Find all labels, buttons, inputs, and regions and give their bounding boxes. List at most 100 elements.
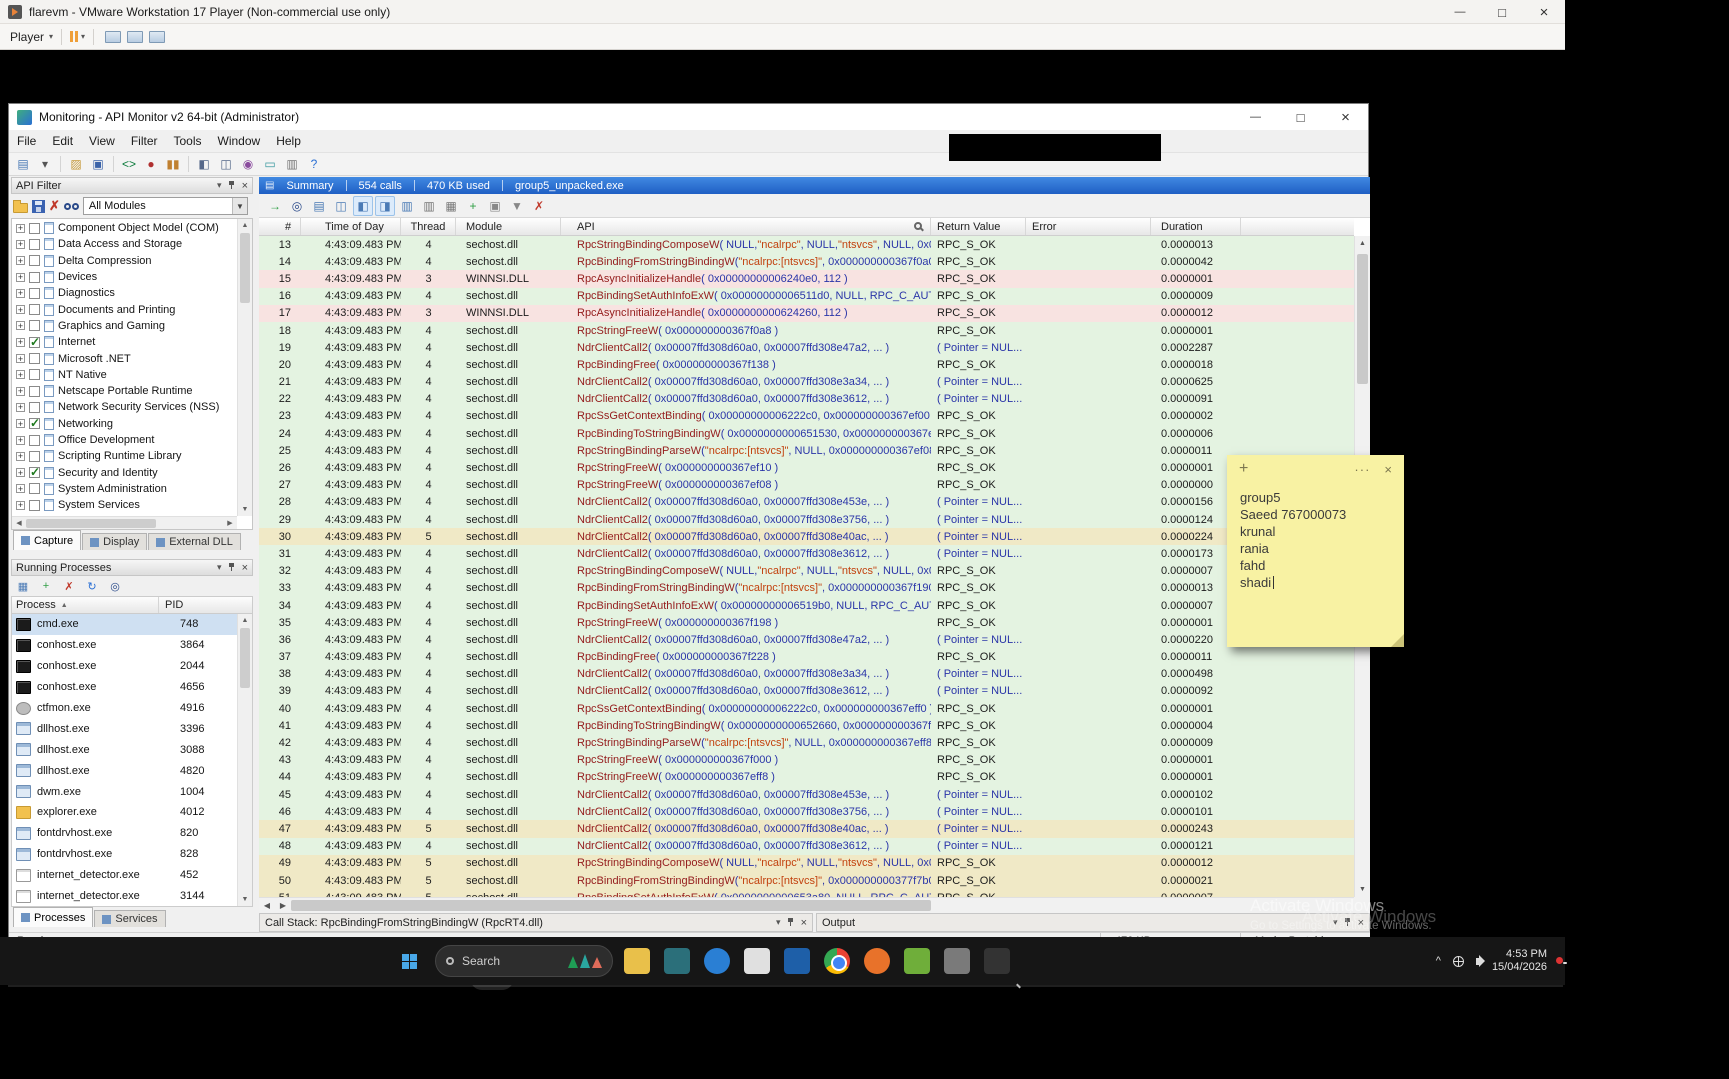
filter-category[interactable]: +System Services — [12, 497, 237, 513]
notepadpp-icon[interactable] — [904, 948, 930, 974]
api-call-row[interactable]: 394:43:09.483 PM4sechost.dllNdrClientCal… — [259, 683, 1354, 700]
outlook-icon[interactable] — [784, 948, 810, 974]
start-button[interactable] — [402, 954, 417, 969]
expand-icon[interactable]: + — [16, 501, 25, 510]
close-button[interactable] — [1523, 0, 1565, 24]
expand-icon[interactable]: + — [16, 484, 25, 493]
filter-category[interactable]: +Data Access and Storage — [12, 236, 237, 252]
category-checkbox[interactable] — [29, 304, 40, 315]
network-globe-icon[interactable] — [1453, 956, 1464, 967]
api-call-row[interactable]: 464:43:09.483 PM4sechost.dllNdrClientCal… — [259, 803, 1354, 820]
filter-category[interactable]: +Netscape Portable Runtime — [12, 383, 237, 399]
panes-single-icon[interactable]: ◫ — [331, 196, 351, 216]
office-icon[interactable] — [744, 948, 770, 974]
filter-category[interactable]: +System Administration — [12, 481, 237, 497]
category-checkbox[interactable] — [29, 239, 40, 250]
file-explorer-icon[interactable] — [624, 948, 650, 974]
close-icon[interactable]: × — [242, 180, 248, 192]
api-call-row[interactable]: 194:43:09.483 PM4sechost.dllNdrClientCal… — [259, 339, 1354, 356]
save-icon[interactable]: ▣ — [88, 154, 108, 174]
store-icon[interactable] — [664, 948, 690, 974]
filter-category[interactable]: +Delta Compression — [12, 253, 237, 269]
copy-icon[interactable]: ▣ — [485, 196, 505, 216]
column-header-thread[interactable]: Thread — [401, 218, 456, 235]
player-menu[interactable]: Player ▾ — [10, 30, 53, 44]
edge-icon[interactable] — [704, 948, 730, 974]
column-header-duration[interactable]: Duration — [1151, 218, 1241, 235]
filter-category[interactable]: +Devices — [12, 269, 237, 285]
process-row[interactable]: cmd.exe748 — [12, 614, 237, 635]
api-call-row[interactable]: 384:43:09.483 PM4sechost.dllNdrClientCal… — [259, 666, 1354, 683]
chevron-down-icon[interactable]: ▾ — [1333, 917, 1338, 928]
category-checkbox[interactable] — [29, 320, 40, 331]
expand-icon[interactable]: + — [16, 273, 25, 282]
tray-overflow-icon[interactable] — [1436, 955, 1441, 967]
expand-icon[interactable]: + — [16, 452, 25, 461]
process-row[interactable]: dllhost.exe3396 — [12, 718, 237, 739]
api-call-row[interactable]: 484:43:09.483 PM4sechost.dllNdrClientCal… — [259, 838, 1354, 855]
maximize-button[interactable] — [1481, 0, 1523, 24]
api-call-row[interactable]: 364:43:09.483 PM4sechost.dllNdrClientCal… — [259, 631, 1354, 648]
save-filter-icon[interactable] — [32, 200, 45, 213]
category-checkbox[interactable] — [29, 386, 40, 397]
bottom-tab-processes[interactable]: Processes — [13, 907, 93, 927]
modules-dropdown[interactable]: All Modules ▼ — [83, 197, 248, 215]
api-call-row[interactable]: 514:43:09.483 PM5sechost.dllRpcBindingSe… — [259, 889, 1354, 897]
com-monitor-icon[interactable]: ◉ — [238, 154, 258, 174]
api-call-row[interactable]: 474:43:09.483 PM5sechost.dllNdrClientCal… — [259, 820, 1354, 837]
filter-category[interactable]: +Component Object Model (COM) — [12, 220, 237, 236]
expand-icon[interactable]: + — [16, 387, 25, 396]
menu-window[interactable]: Window — [210, 130, 269, 152]
resume-icon[interactable]: → — [265, 196, 285, 216]
api-call-row[interactable]: 174:43:09.483 PM3WINNSI.DLLRpcAsyncIniti… — [259, 305, 1354, 322]
api-call-row[interactable]: 324:43:09.483 PM4sechost.dllRpcStringBin… — [259, 563, 1354, 580]
api-call-row[interactable]: 274:43:09.483 PM4sechost.dllRpcStringFre… — [259, 477, 1354, 494]
process-row[interactable]: conhost.exe3864 — [12, 635, 237, 656]
expand-icon[interactable]: + — [16, 256, 25, 265]
category-checkbox[interactable] — [29, 255, 40, 266]
api-call-row[interactable]: 254:43:09.483 PM4sechost.dllRpcStringBin… — [259, 442, 1354, 459]
process-row[interactable]: dllhost.exe4820 — [12, 760, 237, 781]
api-call-row[interactable]: 134:43:09.483 PM4sechost.dllRpcStringBin… — [259, 236, 1354, 253]
api-call-row[interactable]: 444:43:09.483 PM4sechost.dllRpcStringFre… — [259, 769, 1354, 786]
bottom-tab-services[interactable]: Services — [94, 910, 165, 927]
api-call-row[interactable]: 234:43:09.483 PM4sechost.dllRpcSsGetCont… — [259, 408, 1354, 425]
column-header-return[interactable]: Return Value — [931, 218, 1026, 235]
api-call-row[interactable]: 154:43:09.483 PM3WINNSI.DLLRpcAsyncIniti… — [259, 270, 1354, 287]
category-checkbox[interactable] — [29, 500, 40, 511]
expand-icon[interactable]: + — [16, 354, 25, 363]
view-grid-icon[interactable]: ▤ — [309, 196, 329, 216]
process-row[interactable]: fontdrvhost.exe828 — [12, 844, 237, 865]
column-header-module[interactable]: Module — [456, 218, 561, 235]
filter-tab-display[interactable]: Display — [82, 533, 147, 550]
process-row[interactable]: internet_detector.exe452 — [12, 865, 237, 886]
filter-tab-capture[interactable]: Capture — [13, 530, 81, 550]
column-header-error[interactable]: Error — [1026, 218, 1151, 235]
columns-icon[interactable]: ▥ — [419, 196, 439, 216]
open-filter-icon[interactable] — [13, 203, 28, 213]
process-row[interactable]: internet_detector.exe3144 — [12, 886, 237, 906]
pause-icon[interactable]: ▮▮ — [163, 154, 183, 174]
category-checkbox[interactable] — [29, 435, 40, 446]
category-checkbox[interactable] — [29, 288, 40, 299]
panes-grid-icon[interactable]: ▥ — [397, 196, 417, 216]
remote-desktop-icon[interactable] — [944, 948, 970, 974]
clear-icon[interactable]: ✗ — [529, 196, 549, 216]
api-call-row[interactable]: 294:43:09.483 PM4sechost.dllNdrClientCal… — [259, 511, 1354, 528]
menu-view[interactable]: View — [81, 130, 123, 152]
filter-category[interactable]: +Documents and Printing — [12, 301, 237, 317]
filter-category[interactable]: +Network Security Services (NSS) — [12, 399, 237, 415]
table-horizontal-scrollbar[interactable]: ◀▶ — [259, 897, 1354, 913]
api-monitor-titlebar[interactable]: Monitoring - API Monitor v2 64-bit (Admi… — [9, 104, 1368, 130]
filter-category[interactable]: +Internet — [12, 334, 237, 350]
api-call-row[interactable]: 164:43:09.483 PM4sechost.dllRpcBindingSe… — [259, 288, 1354, 305]
layout-split-icon[interactable]: ◫ — [216, 154, 236, 174]
refresh-icon[interactable]: ↻ — [82, 576, 102, 596]
expand-icon[interactable]: + — [16, 224, 25, 233]
process-column-header[interactable]: Process ▲ — [12, 597, 159, 613]
sticky-note-body[interactable]: group5Saeed 767000073krunalraniafahdshad… — [1227, 483, 1404, 591]
filter-category[interactable]: +Scripting Runtime Library — [12, 448, 237, 464]
api-call-row[interactable]: 504:43:09.483 PM5sechost.dllRpcBindingFr… — [259, 872, 1354, 889]
breakpoint-icon[interactable]: ● — [141, 154, 161, 174]
new-view-icon[interactable]: ▦ — [441, 196, 461, 216]
